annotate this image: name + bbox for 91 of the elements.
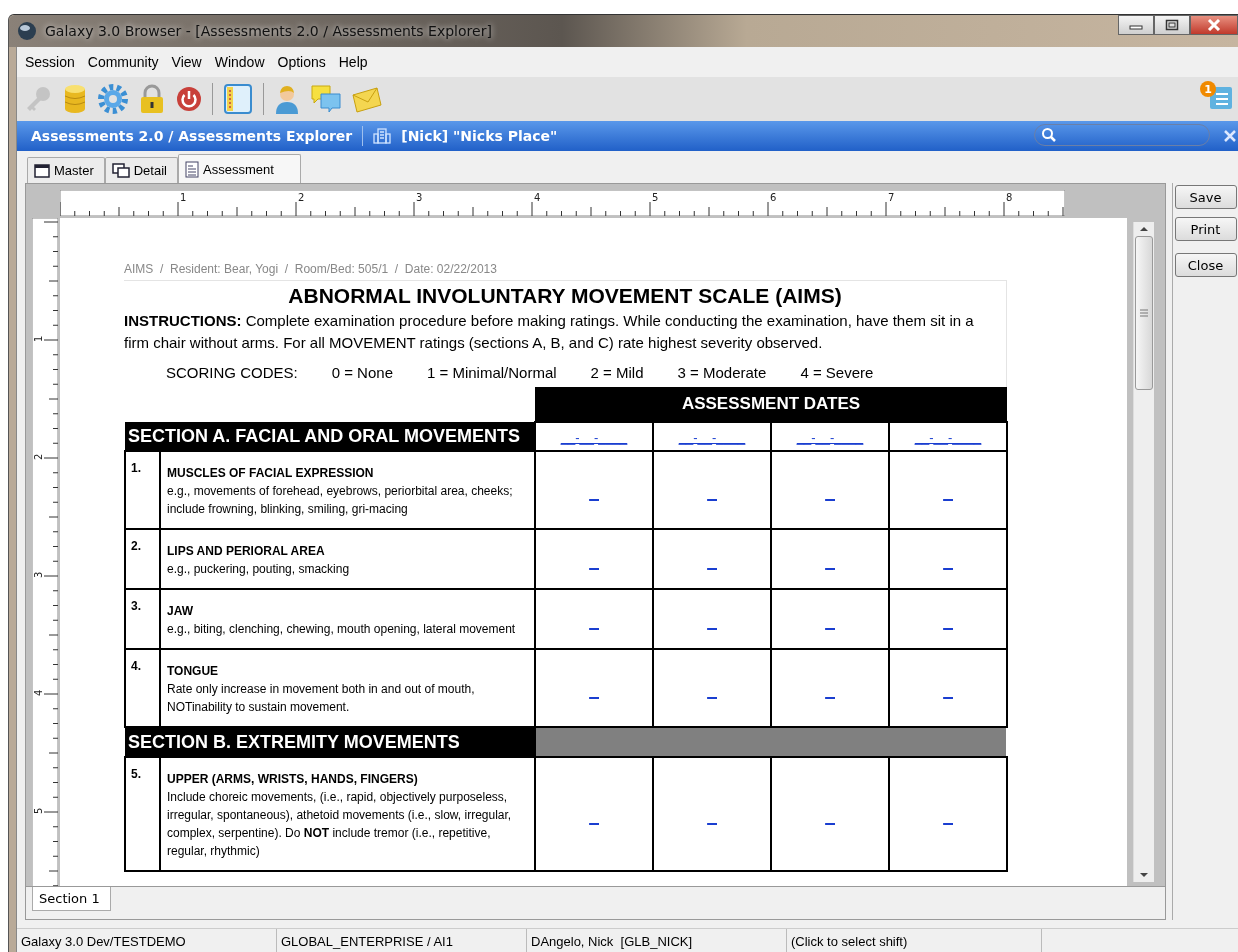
- database-icon[interactable]: [62, 84, 88, 114]
- grip-icon: [1140, 309, 1148, 317]
- rating-value[interactable]: –: [706, 616, 718, 638]
- padlock-icon[interactable]: [138, 83, 166, 115]
- rating-value[interactable]: –: [824, 556, 836, 578]
- scoring-code: 2 = Mild: [590, 364, 644, 381]
- item-title: TONGUE: [167, 663, 220, 680]
- rating-value[interactable]: –: [942, 616, 954, 638]
- scoring-code: 3 = Moderate: [677, 364, 767, 381]
- vertical-scrollbar[interactable]: [1133, 222, 1154, 882]
- rating-value[interactable]: –: [588, 487, 600, 509]
- horizontal-ruler: 1 2 3 4 5 6 7 8: [60, 190, 1065, 216]
- window-title: Galaxy 3.0 Browser - [Assessments 2.0 / Assessments Explorer]: [45, 23, 492, 39]
- maximize-button[interactable]: [1154, 15, 1190, 35]
- menu-item[interactable]: Community: [87, 54, 159, 70]
- search-icon: [1041, 127, 1057, 143]
- item-number: 3.: [125, 589, 160, 649]
- action-button[interactable]: Close: [1174, 253, 1237, 277]
- status-cell: DAngelo, Nick [GLB_NICK]: [527, 929, 787, 952]
- item-number: 4.: [125, 649, 160, 727]
- item-number: 2.: [125, 529, 160, 589]
- document-icon: [185, 160, 199, 178]
- notification-badge: 1: [1200, 81, 1216, 97]
- instructions: INSTRUCTIONS: Complete examination procedure before making ratings. While conducting the examination, have them sit in a firm chair without arms. For all MOVEMENT ratings (sections A, B, and C) rate highest severity observed.: [124, 311, 975, 353]
- scoring-label: SCORING CODES:: [166, 364, 298, 381]
- restore-icon: [1165, 19, 1179, 31]
- status-cell: GLOBAL_ENTERPRISE / AI1: [277, 929, 527, 952]
- window-icon: [34, 163, 50, 178]
- scoring-code: 0 = None: [331, 364, 393, 381]
- action-button[interactable]: Print: [1174, 217, 1237, 241]
- menu-item[interactable]: Session: [25, 54, 75, 70]
- rating-value[interactable]: –: [588, 811, 600, 833]
- rating-value[interactable]: –: [942, 487, 954, 509]
- rating-value[interactable]: –: [588, 616, 600, 638]
- menu-item[interactable]: View: [171, 54, 202, 70]
- building-icon: [373, 128, 392, 144]
- chat-icon[interactable]: [310, 83, 342, 115]
- rating-value[interactable]: –: [706, 487, 718, 509]
- rating-value[interactable]: –: [588, 556, 600, 578]
- rating-value[interactable]: –: [824, 616, 836, 638]
- person-icon[interactable]: [273, 83, 301, 115]
- rating-value[interactable]: –: [942, 811, 954, 833]
- rating-value[interactable]: –: [824, 487, 836, 509]
- item-description: e.g., movements of forehead, eyebrows, periorbital area, cheeks; include frowning, blinking, smiling, gri-macing: [167, 483, 514, 518]
- rating-value[interactable]: –: [824, 685, 836, 707]
- tab[interactable]: Detail: [104, 157, 178, 183]
- menu-item[interactable]: Window: [214, 54, 265, 70]
- status-cell: Galaxy 3.0 Dev/TESTDEMO: [17, 929, 277, 952]
- windows-icon: [111, 163, 130, 178]
- section-header: SECTION B. EXTREMITY MOVEMENTS: [125, 727, 535, 757]
- gear-icon[interactable]: [97, 83, 129, 115]
- rating-value[interactable]: –: [706, 556, 718, 578]
- close-icon[interactable]: [1224, 130, 1236, 142]
- facility-name: [Nick] "Nicks Place": [401, 128, 558, 144]
- item-description: e.g., puckering, pouting, smacking: [167, 561, 351, 578]
- rating-value[interactable]: –: [942, 685, 954, 707]
- rating-value[interactable]: –: [588, 685, 600, 707]
- tab[interactable]: Master: [27, 157, 105, 183]
- section-tab[interactable]: Section 1: [32, 887, 111, 911]
- status-cell: (Click to select shift): [787, 929, 1042, 952]
- breadcrumb: AIMS / Resident: Bear, Yogi / Room/Bed: 505/1 / Date: 02/22/2013: [124, 262, 498, 276]
- globe-icon: [17, 21, 37, 41]
- item-title: UPPER (ARMS, WRISTS, HANDS, FINGERS): [167, 771, 419, 788]
- close-button[interactable]: [1190, 15, 1238, 35]
- rating-value[interactable]: –: [706, 685, 718, 707]
- item-title: JAW: [167, 603, 194, 620]
- tab[interactable]: Assessment: [178, 154, 301, 183]
- item-description: Rate only increase in movement both in and out of mouth, NOTinability to sustain movement.: [167, 681, 476, 716]
- section-header: SECTION A. FACIAL AND ORAL MOVEMENTS: [125, 422, 535, 451]
- close-icon: [1207, 19, 1221, 31]
- menu-item[interactable]: Help: [338, 54, 368, 70]
- power-icon[interactable]: [175, 85, 203, 113]
- menu-item[interactable]: Options: [277, 54, 326, 70]
- minimize-button[interactable]: [1118, 15, 1154, 35]
- item-number: 5.: [125, 757, 160, 871]
- envelope-icon[interactable]: [351, 85, 383, 113]
- rating-value[interactable]: –: [824, 811, 836, 833]
- scoring-code: 4 = Severe: [800, 364, 874, 381]
- item-description: Include choreic movements, (i.e., rapid, objectively purposeless, irregular, spontaneous), athetoid movements (i.e., slow, irregular, complex, serpentine). Do NOT include tremor (i.e., repetitive, regular, rhythmic): [167, 789, 513, 860]
- scoring-code: 1 = Minimal/Normal: [427, 364, 557, 381]
- action-button[interactable]: Save: [1174, 185, 1237, 209]
- panel-icon[interactable]: [222, 83, 254, 115]
- item-number: 1.: [125, 451, 160, 529]
- rating-value[interactable]: –: [706, 811, 718, 833]
- module-path: Assessments 2.0 / Assessments Explorer: [31, 128, 353, 144]
- item-title: LIPS AND PERIORAL AREA: [167, 543, 326, 560]
- item-description: e.g., biting, clenching, chewing, mouth opening, lateral movement: [167, 621, 517, 638]
- form-title: ABNORMAL INVOLUNTARY MOVEMENT SCALE (AIMS): [287, 283, 843, 309]
- item-title: MUSCLES OF FACIAL EXPRESSION: [167, 465, 375, 482]
- column-header: ASSESSMENT DATES: [535, 387, 1008, 422]
- rating-value[interactable]: –: [942, 556, 954, 578]
